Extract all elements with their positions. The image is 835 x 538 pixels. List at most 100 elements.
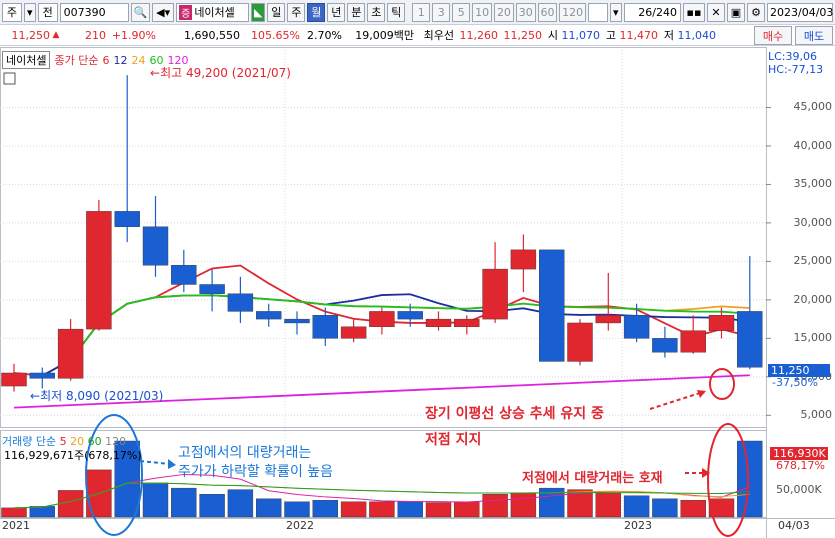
candle-body: [199, 284, 225, 294]
volume-bar: [425, 502, 452, 518]
period-second-button[interactable]: 초: [367, 2, 386, 22]
volume-value: 116,929,671주(678,17%): [4, 449, 142, 462]
interval-5-button[interactable]: 5: [452, 2, 471, 22]
stock-tag: 증: [179, 4, 193, 20]
candle-body: [567, 322, 593, 362]
candle-body: [29, 372, 55, 379]
legend-stock-name: 네이처셀: [2, 51, 51, 69]
chevron-down-icon[interactable]: ▾: [609, 2, 622, 22]
high-price: 11,470: [619, 28, 659, 42]
stock-code-input[interactable]: 007390: [59, 2, 129, 22]
interval-60-button[interactable]: 60: [537, 2, 558, 22]
time-label-2022: 2022: [286, 519, 314, 532]
candle-body: [623, 315, 650, 339]
period-month-button[interactable]: 월: [307, 2, 326, 22]
interval-3-button[interactable]: 3: [432, 2, 451, 22]
candle-body: [425, 318, 452, 328]
period-day-button[interactable]: 일: [267, 2, 286, 22]
current-price: 11,250: [11, 28, 51, 42]
volume-bar: [652, 498, 678, 518]
count-input[interactable]: 26/240: [623, 2, 681, 22]
interval-1-button[interactable]: 1: [412, 2, 431, 22]
chart-canvas[interactable]: [0, 47, 835, 538]
candle-body: [652, 338, 678, 353]
candle-body: [595, 315, 621, 324]
period-tick-button[interactable]: 틱: [387, 2, 406, 22]
open-price: 11,070: [561, 28, 601, 42]
lc-label: LC:39,06: [768, 50, 818, 63]
volume-bar: [454, 501, 480, 518]
candle-body: [142, 226, 169, 266]
price-axis-label: 40,000: [793, 138, 833, 152]
stock-name-field[interactable]: 증 네이처셀: [176, 2, 249, 22]
trend-annotation-line2: 저점 지지: [425, 432, 482, 448]
low-annotation-text: 최저 8,090 (2021/03): [40, 389, 164, 403]
period-week-button[interactable]: 주: [287, 2, 306, 22]
search-icon[interactable]: 🔍: [130, 2, 151, 22]
volume-bar: [1, 507, 27, 518]
chart-type-select[interactable]: 주: [2, 2, 22, 22]
turnover-pct: 2.70%: [307, 28, 342, 42]
interval-120-button[interactable]: 120: [559, 2, 586, 22]
top-volume-arrow-head: [168, 459, 176, 469]
best-bid: 11,250: [503, 28, 543, 42]
stock-code-value: 007390: [63, 5, 106, 19]
interval-30-button[interactable]: 30: [515, 2, 536, 22]
low-price: 11,040: [677, 28, 717, 42]
price-axis-label: 30,000: [793, 215, 833, 229]
prefix-label: 전: [42, 6, 53, 19]
candle-body: [1, 372, 27, 387]
interval-10-button[interactable]: 10: [472, 2, 493, 22]
volume-bar: [312, 500, 338, 518]
quote-bar: 11,250 ▲ 210 +1.90% 1,690,550 105.65% 2.…: [0, 25, 835, 46]
chart-save-icon[interactable]: ▣: [727, 2, 745, 22]
volume-bar: [623, 495, 650, 518]
prefix-select[interactable]: 전: [37, 2, 58, 22]
period-year-button[interactable]: 년: [327, 2, 346, 22]
volume-bar: [737, 440, 763, 518]
sell-button[interactable]: 매도: [795, 26, 833, 45]
candle-body: [171, 265, 197, 285]
candle-body: [312, 315, 338, 339]
best-label: 최우선: [423, 29, 454, 42]
chart-area[interactable]: 네이처셀 종가 단순 6 12 24 60 120 LC:39,06 HC:-7…: [0, 47, 835, 538]
speaker-icon[interactable]: ◀▾: [152, 2, 175, 22]
interval-custom-input[interactable]: [588, 2, 608, 22]
price-axis-label: 25,000: [793, 254, 833, 268]
volume-bar: [340, 501, 367, 518]
candle-body: [86, 211, 112, 330]
date-input[interactable]: 2023/04/03: [767, 2, 834, 22]
grid-toggle-icon: [3, 72, 16, 85]
volume-bar: [199, 494, 225, 518]
gear-icon[interactable]: ⚙: [747, 2, 765, 22]
hc-label: HC:-77,13: [768, 63, 824, 76]
stock-menu-icon[interactable]: ◣: [251, 2, 266, 22]
period-minute-button[interactable]: 분: [347, 2, 366, 22]
candle-body: [57, 328, 84, 379]
candle-body: [482, 268, 508, 320]
price-change-pct: +1.90%: [111, 28, 156, 42]
low-label: 저: [663, 29, 674, 42]
legend-ma-24: 24: [131, 53, 146, 67]
candle-body: [340, 326, 367, 339]
top-volume-arrow-line: [139, 460, 171, 465]
volume-bar: [227, 489, 254, 518]
interval-20-button[interactable]: 20: [494, 2, 514, 22]
trade-amount: 19,009백만: [355, 29, 414, 42]
buy-button[interactable]: 매수: [754, 26, 792, 45]
chevron-down-icon[interactable]: ▾: [23, 2, 36, 22]
left-arrow-icon: ←: [30, 389, 41, 403]
trend-annotation-line1: 장기 이평선 상승 추세 유지 중: [425, 406, 604, 422]
chart-expand-icon[interactable]: ✕: [707, 2, 725, 22]
stock-name: 네이처셀: [194, 6, 235, 19]
chart-tools-icon[interactable]: ▪▪: [683, 2, 705, 22]
top-volume-annotation-line1: 고점에서의 대량거래는: [178, 445, 312, 461]
legend-ma-title: 종가 단순: [54, 54, 99, 67]
volume-bar: [256, 498, 282, 518]
date-value: 2023/04/03: [770, 5, 834, 19]
volume-bar: [29, 506, 55, 518]
candle-body: [737, 311, 763, 368]
volume-bar: [680, 500, 706, 518]
candle-body: [227, 293, 254, 312]
candle-body: [114, 211, 140, 227]
